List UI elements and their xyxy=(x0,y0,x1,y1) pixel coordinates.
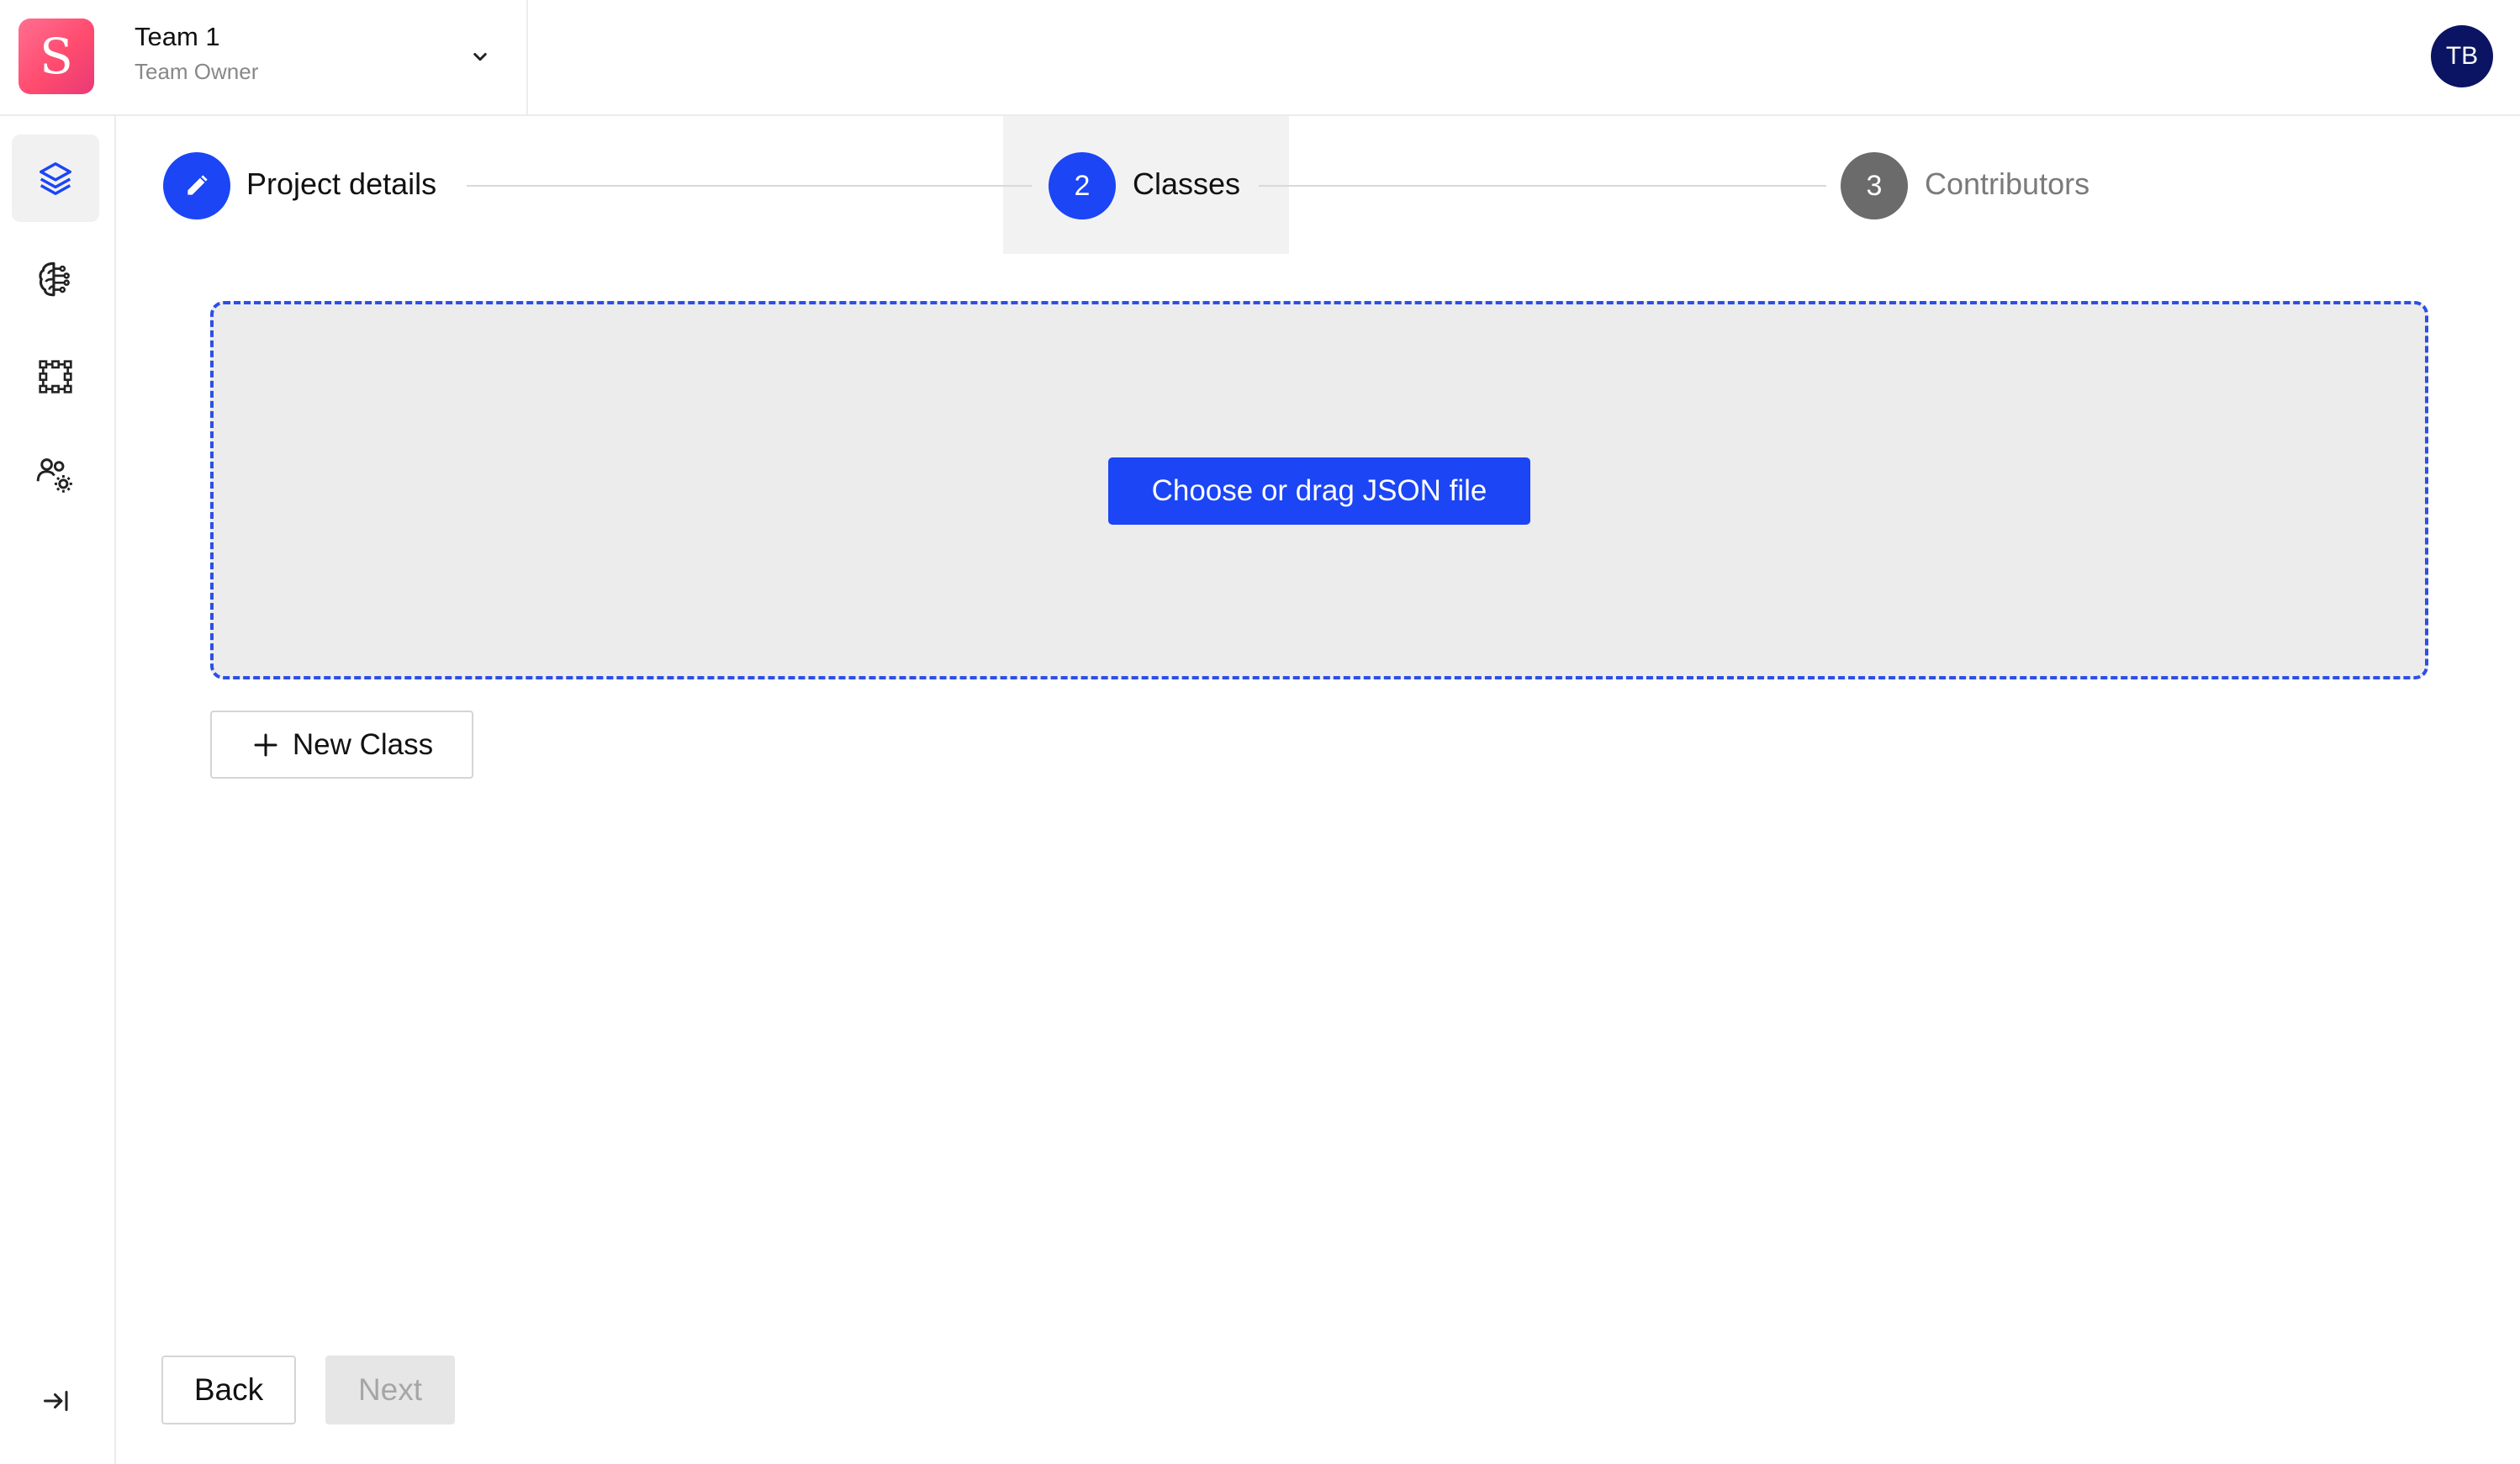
plus-icon xyxy=(254,733,277,756)
next-button[interactable]: Next xyxy=(325,1356,455,1424)
step-label: Classes xyxy=(1133,166,1241,201)
pencil-icon xyxy=(188,175,208,195)
nodes-grid-icon xyxy=(39,360,72,394)
layers-icon xyxy=(40,162,71,195)
step-number: 3 xyxy=(1841,152,1908,219)
chevron-down-icon[interactable] xyxy=(468,44,493,69)
step-label: Contributors xyxy=(1925,166,2090,201)
top-bar: S Team 1 Team Owner TB xyxy=(0,0,2520,116)
collapse-right-icon[interactable] xyxy=(39,1386,74,1416)
sidebar-item-projects[interactable] xyxy=(12,135,99,222)
step-connector xyxy=(1259,185,1826,187)
sidebar-item-models[interactable] xyxy=(12,235,99,323)
choose-json-button[interactable]: Choose or drag JSON file xyxy=(1108,457,1530,525)
app-logo: S xyxy=(18,18,94,94)
user-initials: TB xyxy=(2445,42,2479,70)
team-switcher[interactable]: S Team 1 Team Owner xyxy=(0,0,528,116)
back-button[interactable]: Back xyxy=(161,1356,296,1424)
brain-icon xyxy=(39,262,70,297)
step-connector xyxy=(467,185,1032,187)
logo-letter: S xyxy=(40,28,73,85)
team-name: Team 1 xyxy=(135,22,220,51)
team-role: Team Owner xyxy=(135,59,259,84)
step-number: 2 xyxy=(1049,152,1116,219)
sidebar-item-datasets[interactable] xyxy=(12,333,99,420)
sidebar-item-team-settings[interactable] xyxy=(12,432,99,520)
step-label: Project details xyxy=(246,166,437,201)
new-class-button[interactable]: New Class xyxy=(210,711,473,779)
sidebar xyxy=(0,116,116,1464)
users-gear-icon xyxy=(36,458,72,493)
new-class-label: New Class xyxy=(292,727,434,761)
user-avatar[interactable]: TB xyxy=(2431,25,2493,87)
step-circle-completed xyxy=(163,152,230,219)
